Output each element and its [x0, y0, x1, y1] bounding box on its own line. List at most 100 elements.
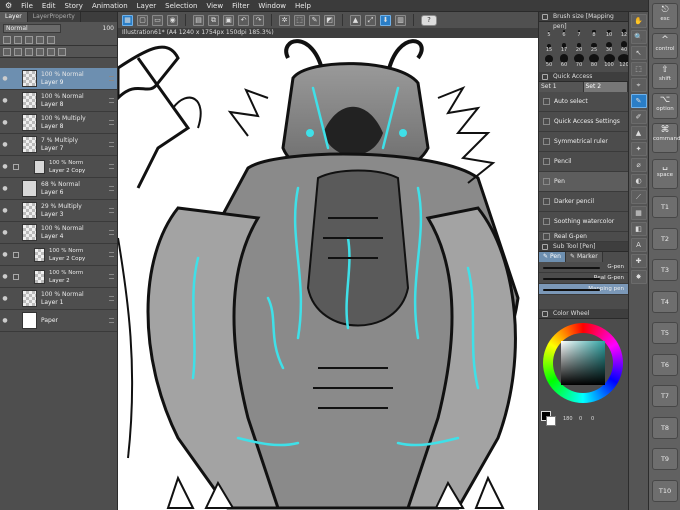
canvas-tab[interactable]: Illustration61* (A4 1240 x 1754px 150dpi… [118, 28, 538, 38]
quick-access-item[interactable]: Symmetrical ruler [539, 132, 628, 152]
saturation-value-square[interactable] [561, 341, 605, 385]
visibility-eye-icon[interactable]: ● [0, 163, 10, 170]
shortcut-key-t6[interactable]: T6 [652, 353, 678, 376]
layer-row[interactable]: ● 100 % Normal Layer 8 [0, 90, 117, 112]
shortcut-key-t4[interactable]: T4 [652, 290, 678, 313]
visibility-eye-icon[interactable]: ● [0, 185, 10, 192]
brush-size-option[interactable]: 15 [542, 39, 556, 53]
menu-story[interactable]: Story [64, 2, 83, 10]
layer-row[interactable]: ● 100 % Norm Layer 2 Copy [0, 156, 117, 178]
brush-size-option[interactable]: 30 [602, 39, 616, 53]
brush-size-option[interactable]: 20 [572, 39, 586, 53]
expand-icon[interactable]: ⤢ [365, 14, 376, 26]
drag-handle-icon[interactable] [109, 318, 114, 323]
copy-icon[interactable]: ⧉ [208, 14, 219, 26]
app-logo-icon[interactable]: ⚙ [5, 1, 12, 10]
reference-icon[interactable] [25, 35, 33, 44]
shortcut-key-t3[interactable]: T3 [652, 259, 678, 281]
shortcut-key-t9[interactable]: T9 [652, 448, 678, 470]
help-icon[interactable]: ? [421, 14, 437, 26]
brush-size-option[interactable]: 17 [557, 39, 571, 53]
zoom-tool-icon[interactable]: 🔍 [630, 30, 647, 44]
download-icon[interactable]: ⬇ [380, 14, 391, 26]
brush-size-option[interactable]: 100 [602, 54, 616, 68]
layer-row[interactable]: ● 29 % Multiply Layer 3 [0, 200, 117, 222]
text-tool-icon[interactable]: A [630, 238, 647, 252]
drag-handle-icon[interactable] [109, 164, 114, 169]
sub-tool-item[interactable]: G-pen [539, 262, 628, 273]
shift-key[interactable]: ⇧ shift [652, 63, 678, 89]
brush-size-option[interactable]: 80 [587, 54, 601, 68]
layer-row[interactable]: ● 100 % Normal Layer 9 [0, 68, 117, 90]
drag-handle-icon[interactable] [109, 252, 114, 257]
eye-view-icon[interactable]: ◉ [167, 14, 178, 26]
menu-animation[interactable]: Animation [92, 2, 128, 10]
lock-icon[interactable] [3, 35, 11, 44]
pen-tool-icon[interactable]: ✎ [630, 94, 647, 108]
shortcut-key-t5[interactable]: T5 [652, 322, 678, 344]
layer-row[interactable]: ● 100 % Norm Layer 2 Copy [0, 244, 117, 266]
eraser-tool-icon[interactable]: ◧ [630, 222, 647, 236]
drawing-canvas[interactable] [118, 38, 538, 510]
shortcut-key-t10[interactable]: T10 [652, 479, 678, 502]
lasso-tool-icon[interactable]: ⌖ [630, 78, 647, 92]
sub-color-swatch[interactable] [546, 416, 556, 426]
layer-row[interactable]: ● 100 % Normal Layer 1 [0, 288, 117, 310]
layer-row[interactable]: ● Paper [0, 310, 117, 332]
open-file-icon[interactable]: ▭ [152, 14, 163, 26]
visibility-eye-icon[interactable]: ● [0, 119, 10, 126]
menu-filter[interactable]: Filter [232, 2, 249, 10]
airbrush-tool-icon[interactable]: ⌀ [630, 158, 647, 172]
menu-view[interactable]: View [206, 2, 223, 10]
invert-icon[interactable]: ◩ [324, 14, 335, 26]
drag-handle-icon[interactable] [109, 120, 114, 125]
fill-tool-icon[interactable]: ▲ [630, 126, 647, 140]
brush-icon[interactable]: ✎ [309, 14, 320, 26]
palette-color-icon[interactable] [47, 35, 55, 44]
drag-handle-icon[interactable] [109, 274, 114, 279]
drag-handle-icon[interactable] [109, 186, 114, 191]
brush-size-option[interactable]: 70 [572, 54, 586, 68]
pencil-tool-icon[interactable]: ✐ [630, 110, 647, 124]
brush-size-option[interactable]: 60 [557, 54, 571, 68]
visibility-eye-icon[interactable]: ● [0, 273, 10, 280]
more-icon[interactable]: ▥ [395, 14, 406, 26]
layer-opacity-value[interactable]: 100 [103, 25, 114, 32]
menu-file[interactable]: File [21, 2, 33, 10]
brush-size-option[interactable]: 7 [572, 24, 586, 38]
move-tool-icon[interactable]: ↖ [630, 46, 647, 60]
grid-view-icon[interactable]: ▦ [122, 14, 133, 26]
layer-row[interactable]: ● 100 % Normal Layer 4 [0, 222, 117, 244]
menu-window[interactable]: Window [258, 2, 286, 10]
drag-handle-icon[interactable] [109, 142, 114, 147]
shortcut-key-t1[interactable]: T1 [652, 196, 678, 218]
trash-icon[interactable] [58, 47, 66, 56]
brush-size-option[interactable]: 25 [587, 39, 601, 53]
visibility-eye-icon[interactable]: ● [0, 229, 10, 236]
drag-handle-icon[interactable] [109, 296, 114, 301]
undo-icon[interactable]: ↶ [238, 14, 249, 26]
drag-handle-icon[interactable] [109, 230, 114, 235]
merge-down-icon[interactable] [36, 47, 44, 56]
shortcut-key-t7[interactable]: T7 [652, 385, 678, 407]
space-key[interactable]: ␣ space [652, 159, 678, 189]
gradient-tool-icon[interactable]: ▦ [630, 206, 647, 220]
option-key[interactable]: ⌥ option [652, 93, 678, 119]
figure-tool-icon[interactable]: ✚ [630, 254, 647, 268]
color-wheel[interactable]: 180 0 0 [539, 319, 628, 427]
visibility-eye-icon[interactable]: ● [0, 251, 10, 258]
draft-icon[interactable] [36, 35, 44, 44]
tab-layer[interactable]: Layer [0, 12, 28, 22]
brush-size-option[interactable]: 50 [542, 54, 556, 68]
drag-handle-icon[interactable] [109, 98, 114, 103]
quick-access-item[interactable]: Pen [539, 172, 628, 192]
layer-row[interactable]: ● 7 % Multiply Layer 7 [0, 134, 117, 156]
visibility-eye-icon[interactable]: ● [0, 141, 10, 148]
mask-icon[interactable] [47, 47, 55, 56]
command-key[interactable]: ⌘ command [652, 123, 680, 153]
menu-selection[interactable]: Selection [165, 2, 197, 10]
quick-access-item[interactable]: Real G-pen [539, 232, 628, 242]
shortcut-key-t2[interactable]: T2 [652, 227, 678, 250]
new-file-icon[interactable]: ▢ [137, 14, 148, 26]
visibility-eye-icon[interactable]: ● [0, 295, 10, 302]
